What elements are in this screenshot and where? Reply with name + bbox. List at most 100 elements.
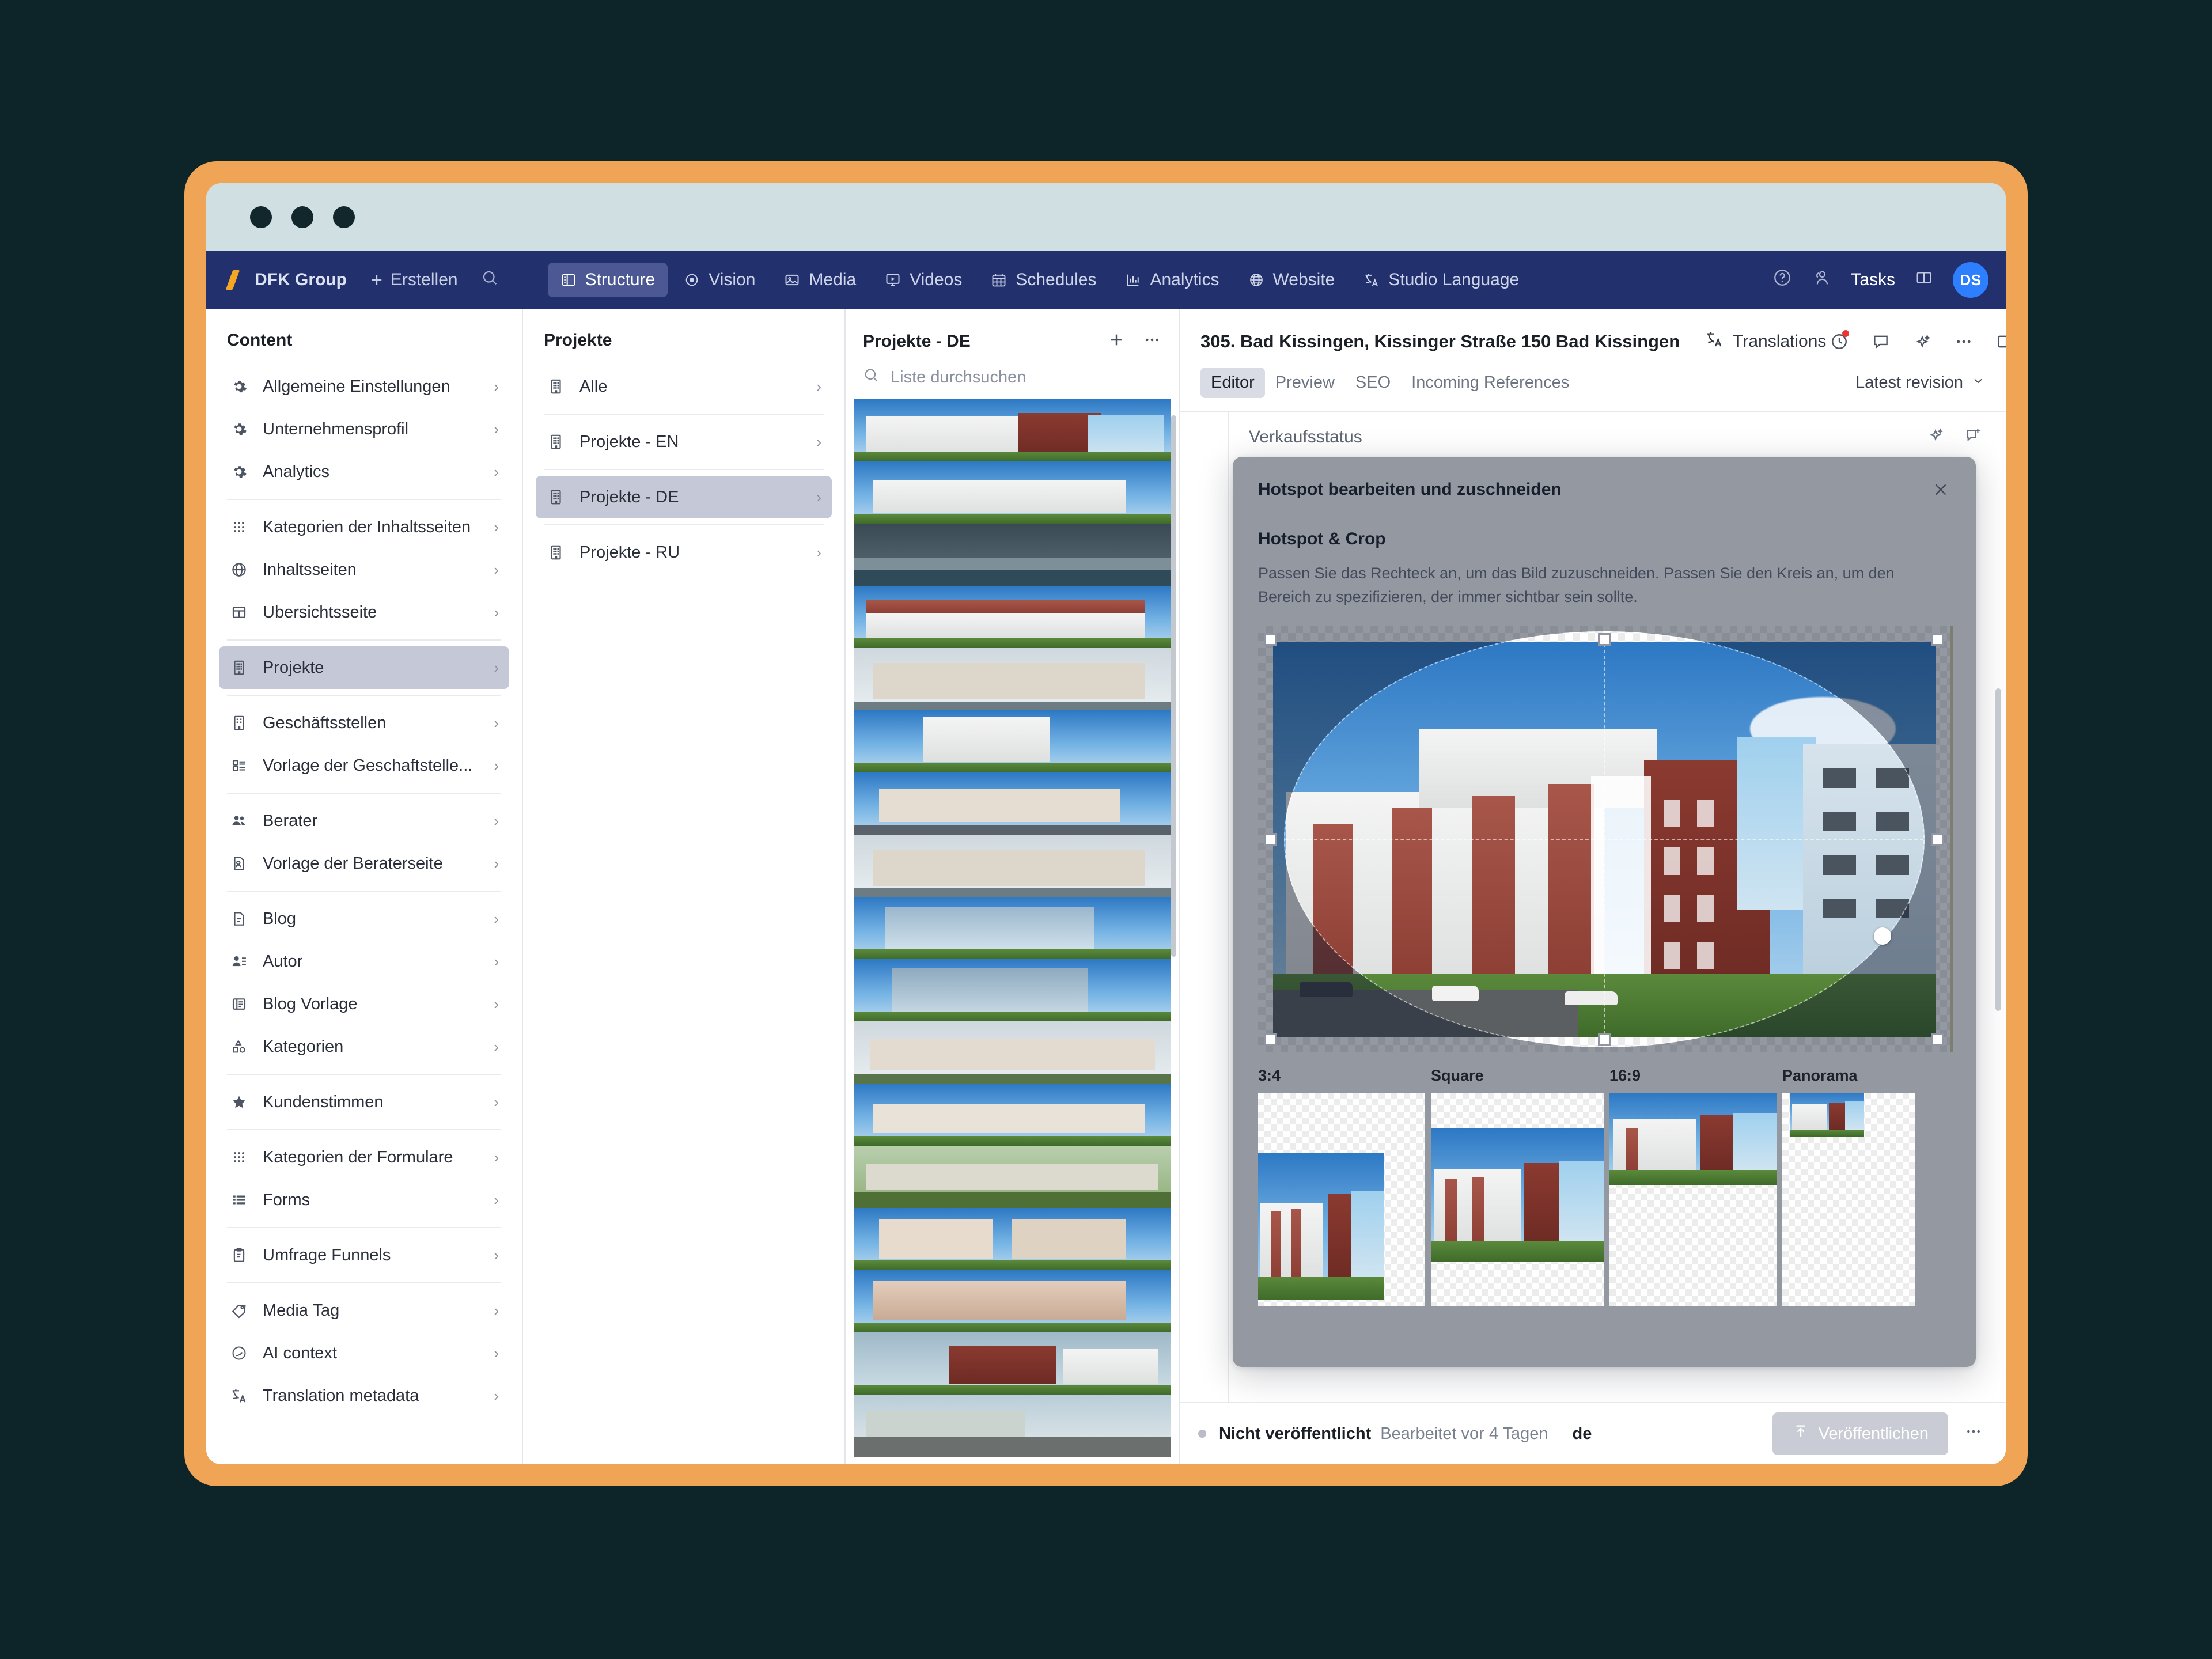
hotspot-circle[interactable] — [1284, 631, 1925, 1047]
sidebar-item-blog[interactable]: Blog › — [219, 897, 509, 940]
sidebar-item-geschaeftsstellen[interactable]: Geschäftsstellen › — [219, 702, 509, 744]
list-item[interactable]: 300. Test Evelan - Sold M... DE | Typ: N… — [854, 835, 1171, 897]
crop-handle-bottom-right[interactable] — [1931, 1033, 1944, 1046]
list-item[interactable]: 230. Bad Schwalbach, Ems... DE | Typ: Ne… — [854, 586, 1171, 648]
sidebar-item-autor[interactable]: Autor › — [219, 940, 509, 983]
crop-stage[interactable] — [1258, 626, 1950, 1052]
tab-editor[interactable]: Editor — [1200, 368, 1265, 398]
more-horizontal-icon[interactable] — [1950, 328, 1977, 355]
more-horizontal-icon[interactable] — [1964, 1422, 1983, 1445]
crop-handle-top-right[interactable] — [1931, 633, 1944, 646]
list-search-field[interactable]: Liste durchsuchen — [846, 365, 1179, 399]
list-item[interactable]: 215. Kaltenkirchen - DFK ... DE | Typ: N… — [854, 1146, 1171, 1208]
search-icon[interactable] — [481, 269, 498, 291]
add-comment-icon[interactable] — [1964, 426, 1983, 449]
list-item[interactable]: 305. Bad Kissingen, Kissi... DE | Typ: N… — [854, 399, 1171, 461]
sidebar-item-kundenstimmen[interactable]: Kundenstimmen › — [219, 1081, 509, 1123]
window-maximize-dot[interactable] — [333, 206, 355, 228]
sidebar-item-forms[interactable]: Forms › — [219, 1179, 509, 1221]
crop-handle-bottom-left[interactable] — [1264, 1033, 1277, 1046]
sidebar-item-umfrage-funnels[interactable]: Umfrage Funnels › — [219, 1234, 509, 1277]
list-item[interactable]: 235. Erlenbach, Krankenha... DE | Typ: B… — [854, 959, 1171, 1021]
tasks-button[interactable]: Tasks — [1851, 270, 1895, 290]
list-item[interactable]: 300. Bad Oldesloe Metropo... DE | Typ: N… — [854, 648, 1171, 710]
help-circle-icon[interactable] — [1772, 268, 1792, 292]
avatar[interactable]: DS — [1953, 262, 1988, 298]
ai-sparkle-icon[interactable] — [1909, 328, 1936, 355]
crop-handle-top-center[interactable] — [1598, 633, 1611, 646]
list-item[interactable]: 290. Peine, Theodor-Heus... DE | Typ: Ne… — [854, 772, 1171, 835]
sidebar-item-allgemeine-einstellungen[interactable]: Allgemeine Einstellungen › — [219, 365, 509, 408]
nav-item-website[interactable]: Website — [1236, 263, 1348, 297]
editor-scrollbar[interactable] — [1995, 688, 2001, 1011]
tab-preview[interactable]: Preview — [1265, 368, 1345, 398]
sidebar-item-projekte[interactable]: Projekte › — [219, 646, 509, 689]
sidebar-item-berater[interactable]: Berater › — [219, 800, 509, 842]
document-list-scroll[interactable]: 305. Bad Kissingen, Kissi... DE | Typ: N… — [846, 399, 1179, 1464]
sidebar-item-label: Media Tag — [263, 1301, 480, 1320]
sidebar-item-vorlage-der-geschaeftstelle[interactable]: Vorlage der Geschaftstelle... › — [219, 744, 509, 787]
tab-seo[interactable]: SEO — [1345, 368, 1401, 398]
list-item[interactable]: 205. Hamburg Stellingen, F... DE | Typ: … — [854, 1270, 1171, 1332]
sidebar-item-kategorien-der-inhaltsseiten[interactable]: Kategorien der Inhaltsseiten › — [219, 506, 509, 548]
list-item[interactable]: 225. Fuldatal, Eichenberge... DE | Typ: … — [854, 461, 1171, 524]
crop-handle-bottom-center[interactable] — [1598, 1033, 1611, 1046]
ai-sparkle-icon[interactable] — [1926, 426, 1945, 449]
more-horizontal-icon[interactable] — [1143, 331, 1161, 352]
projects-item-projekte-ru[interactable]: Projekte - RU › — [536, 531, 832, 574]
field-verkaufsstatus[interactable]: Verkaufsstatus — [1180, 412, 2006, 449]
sidebar-item-kategorien-der-formulare[interactable]: Kategorien der Formulare › — [219, 1136, 509, 1179]
crop-handle-top-left[interactable] — [1264, 633, 1277, 646]
publish-button[interactable]: Veröffentlichen — [1772, 1412, 1948, 1455]
sidebar-item-kategorien[interactable]: Kategorien › — [219, 1025, 509, 1068]
close-icon[interactable] — [1931, 480, 1950, 503]
projects-item-projekte-de[interactable]: Projekte - DE › — [536, 476, 832, 518]
sidebar-item-ubersichtsseite[interactable]: Ubersichtsseite › — [219, 591, 509, 634]
plus-icon[interactable] — [1107, 331, 1126, 352]
nav-item-analytics[interactable]: Analytics — [1112, 263, 1232, 297]
sidebar-item-unternehmensprofil[interactable]: Unternehmensprofil › — [219, 408, 509, 450]
window-minimize-dot[interactable] — [291, 206, 313, 228]
brand-name[interactable]: DFK Group — [255, 270, 347, 290]
nav-item-structure[interactable]: Structure — [548, 263, 668, 297]
create-button[interactable]: + Erstellen — [371, 270, 458, 290]
sidebar-item-analytics[interactable]: Analytics › — [219, 450, 509, 493]
language-badge[interactable]: de — [1573, 1425, 1592, 1444]
split-panel-icon[interactable] — [1915, 268, 1933, 291]
list-item[interactable]: 280. Bad Rodach Bad Roda... DE | Typ: Ne… — [854, 1021, 1171, 1084]
list-item[interactable]: 243. Duisburg, Ahrstraße 9... DE | Typ: … — [854, 524, 1171, 586]
sidebar-item-ai-context[interactable]: AI context › — [219, 1332, 509, 1374]
projects-item-alle[interactable]: Alle › — [536, 365, 832, 408]
list-item[interactable]: 295. Kiel, Insterburger Str... DE | Typ:… — [854, 1208, 1171, 1270]
list-item[interactable]: 200. Damp an der Ostsee... DE | Typ: Bes… — [854, 1084, 1171, 1146]
nav-item-videos[interactable]: Videos — [872, 263, 975, 297]
list-scrollbar[interactable] — [1171, 415, 1176, 957]
translations-button[interactable]: Translations — [1705, 330, 1826, 353]
split-panel-icon[interactable] — [1992, 328, 2006, 355]
nav-item-vision[interactable]: Vision — [671, 263, 768, 297]
crop-rectangle[interactable] — [1271, 639, 1938, 1039]
tab-incoming-references[interactable]: Incoming References — [1401, 368, 1580, 398]
nav-item-media[interactable]: Media — [771, 263, 869, 297]
crop-handle-middle-right[interactable] — [1931, 833, 1944, 846]
sidebar-item-media-tag[interactable]: Media Tag › — [219, 1289, 509, 1332]
comment-icon[interactable] — [1868, 328, 1894, 355]
sidebar-item-inhaltsseiten[interactable]: Inhaltsseiten › — [219, 548, 509, 591]
revision-selector[interactable]: Latest revision — [1855, 373, 1985, 392]
projects-item-projekte-en[interactable]: Projekte - EN › — [536, 421, 832, 463]
nav-item-studio-language[interactable]: Studio Language — [1351, 263, 1532, 297]
list-item[interactable]: 260. Hamburg Barmbek, F... DE | Typ: Neu… — [854, 1395, 1171, 1457]
sidebar-item-blog-vorlage[interactable]: Blog Vorlage › — [219, 983, 509, 1025]
crop-handle-middle-left[interactable] — [1264, 833, 1277, 846]
hotspot-handle[interactable] — [1874, 927, 1891, 945]
window-close-dot[interactable] — [250, 206, 272, 228]
history-icon[interactable] — [1826, 328, 1853, 355]
users-presence-icon[interactable] — [1812, 268, 1831, 292]
nav-item-schedules[interactable]: Schedules — [978, 263, 1109, 297]
sidebar-item-translation-metadata[interactable]: Translation metadata › — [219, 1374, 509, 1417]
list-item[interactable]: 240. Duisburg - Ahrstraße ... DE | Typ: … — [854, 710, 1171, 772]
list-item[interactable]: 165. Erlenbach, Krankenha... DE | Typ: B… — [854, 897, 1171, 959]
list-item[interactable]: 190. Norderstedt, Ulzburge... DE | Typ: … — [854, 1332, 1171, 1395]
sidebar-item-label: Translation metadata — [263, 1387, 480, 1406]
sidebar-item-vorlage-der-beraterseite[interactable]: Vorlage der Beraterseite › — [219, 842, 509, 885]
